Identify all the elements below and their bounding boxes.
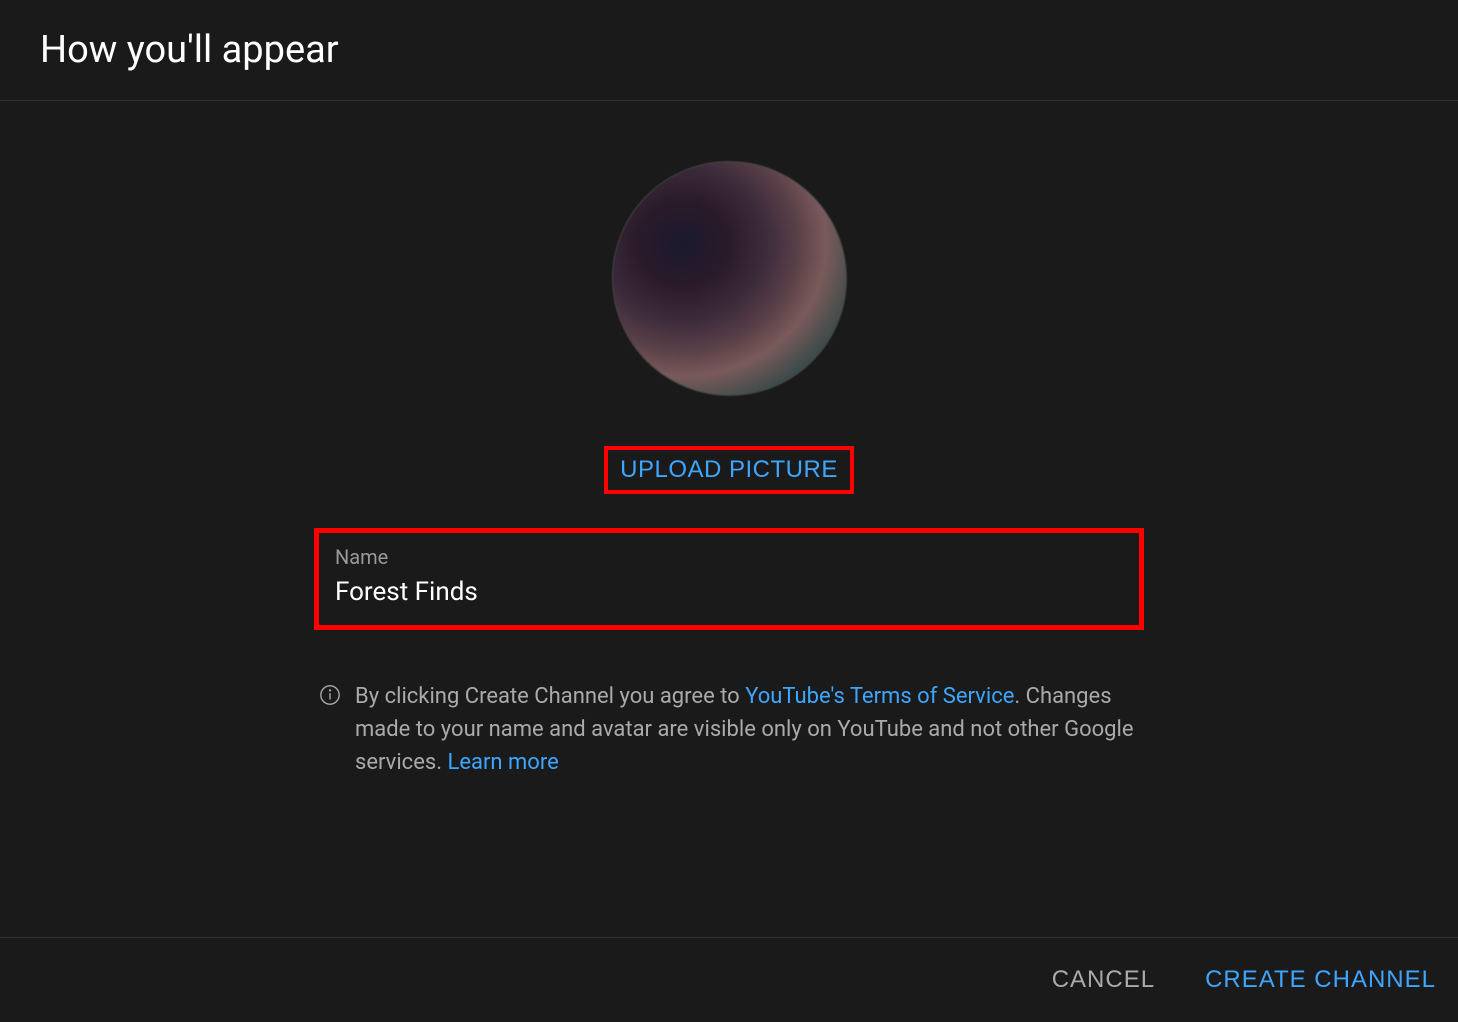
modal-title: How you'll appear	[40, 28, 1418, 72]
name-input[interactable]	[335, 577, 1123, 607]
terms-of-service-link[interactable]: YouTube's Terms of Service	[745, 684, 1014, 709]
terms-text-before: By clicking Create Channel you agree to	[355, 684, 745, 709]
cancel-button[interactable]: CANCEL	[1052, 966, 1155, 994]
name-field-label: Name	[335, 545, 1123, 569]
modal-content: UPLOAD PICTURE Name By clicking Create C…	[0, 101, 1458, 779]
modal-header: How you'll appear	[0, 0, 1458, 101]
upload-picture-button[interactable]: UPLOAD PICTURE	[610, 454, 848, 486]
name-field-container[interactable]: Name	[319, 533, 1139, 625]
create-channel-button[interactable]: CREATE CHANNEL	[1205, 966, 1436, 994]
terms-section: By clicking Create Channel you agree to …	[319, 680, 1139, 779]
terms-text: By clicking Create Channel you agree to …	[355, 680, 1139, 779]
name-field-highlight: Name	[314, 528, 1144, 630]
avatar-preview	[612, 161, 847, 396]
modal-footer: CANCEL CREATE CHANNEL	[0, 937, 1458, 1022]
info-icon	[319, 684, 341, 710]
upload-button-highlight: UPLOAD PICTURE	[604, 446, 854, 494]
learn-more-link[interactable]: Learn more	[447, 750, 558, 775]
